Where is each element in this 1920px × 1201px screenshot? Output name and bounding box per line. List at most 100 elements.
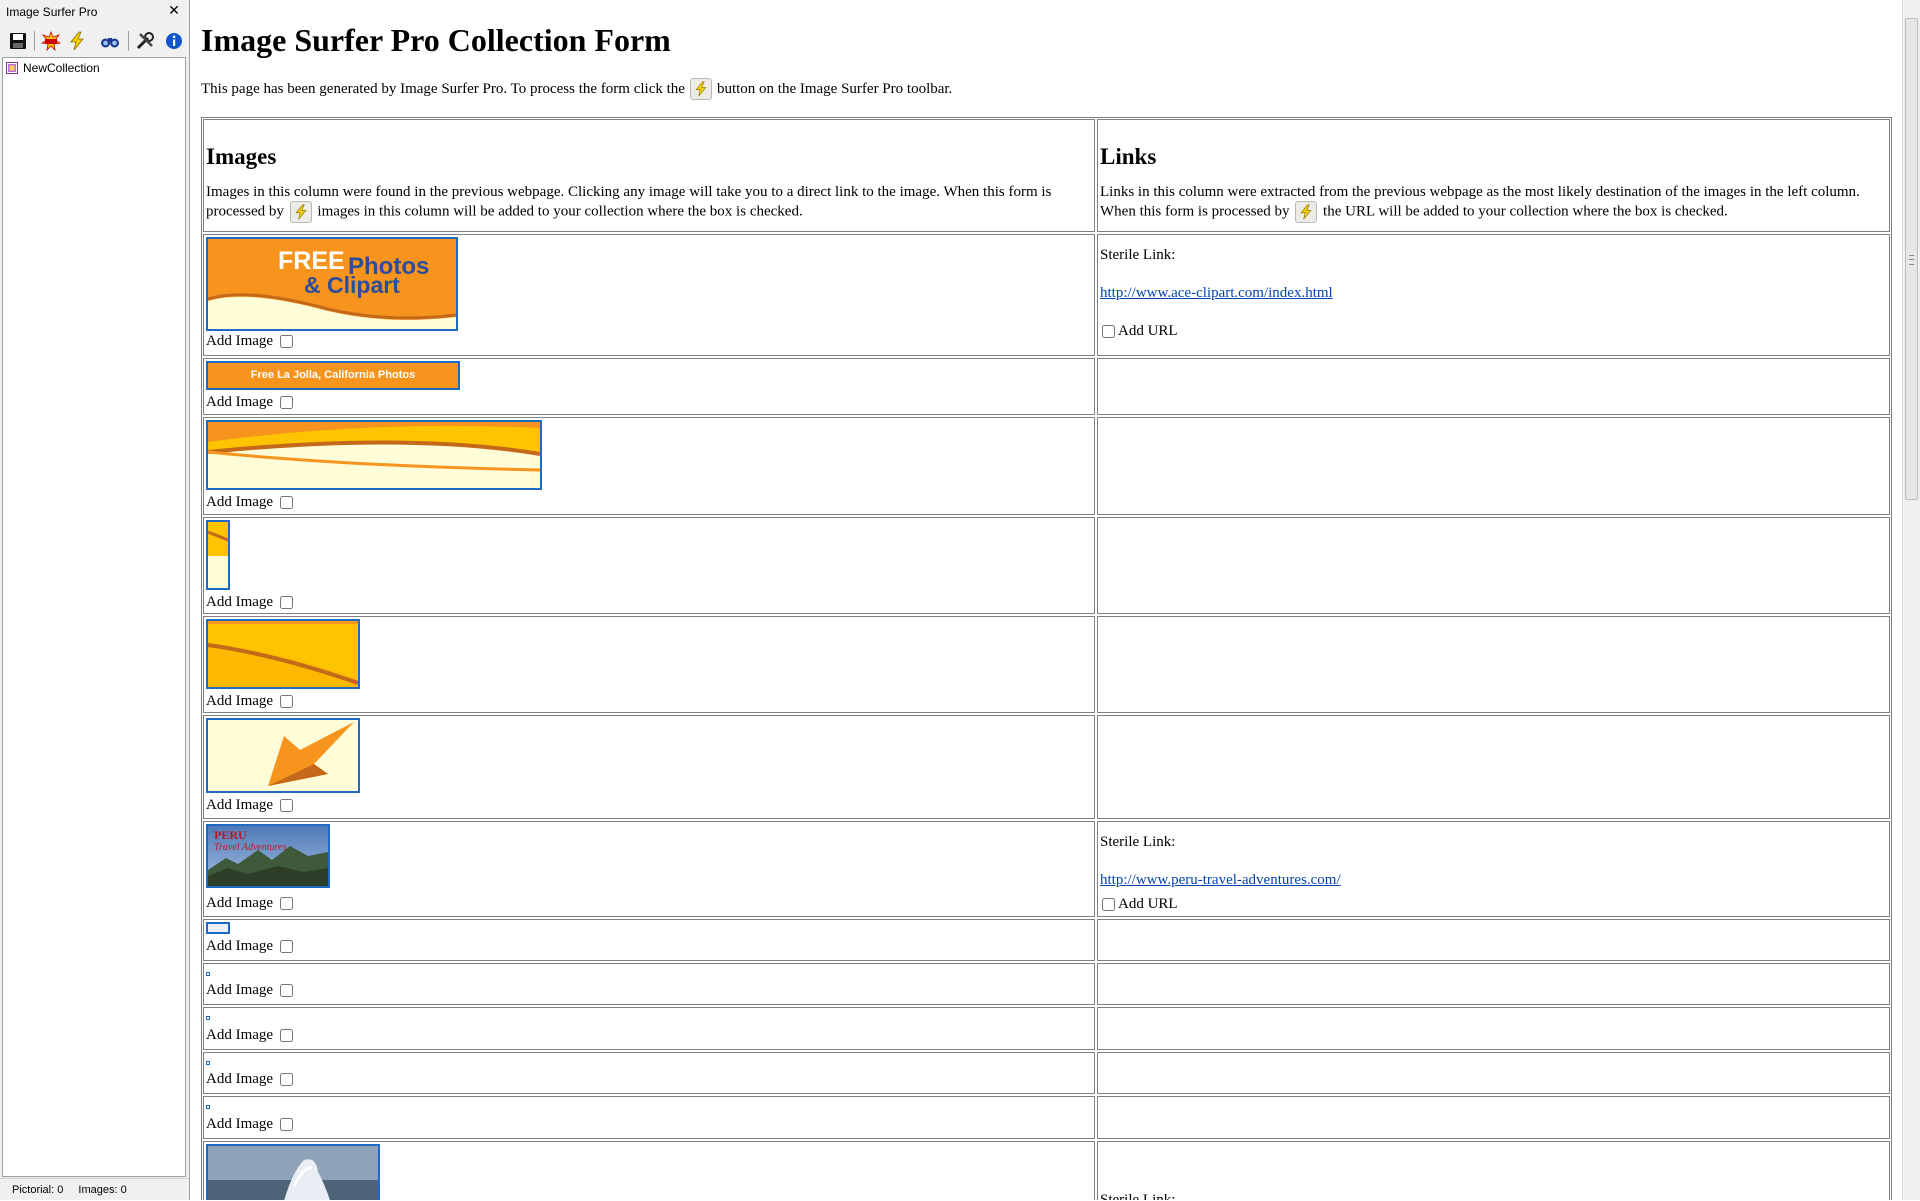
add-image-option[interactable]: Add Image bbox=[206, 1071, 294, 1088]
tree-item-newcollection[interactable]: NewCollection bbox=[6, 60, 100, 76]
image-thumbnail-orange-swoosh[interactable] bbox=[206, 420, 542, 490]
link-cell bbox=[1097, 616, 1890, 713]
table-row: Add Image bbox=[203, 1007, 1890, 1050]
image-thumbnail-pixel[interactable] bbox=[206, 1016, 210, 1020]
add-image-option[interactable]: Add Image bbox=[206, 594, 294, 611]
table-row: Add Image bbox=[203, 517, 1890, 614]
add-image-label: Add Image bbox=[206, 1027, 274, 1043]
image-thumbnail-pixel[interactable] bbox=[206, 1061, 210, 1065]
image-thumbnail-tiny[interactable] bbox=[206, 922, 230, 934]
add-image-checkbox[interactable] bbox=[280, 984, 294, 997]
peru-subtitle: Travel Adventures bbox=[214, 842, 287, 853]
add-image-checkbox[interactable] bbox=[280, 496, 294, 509]
link-cell bbox=[1097, 417, 1890, 515]
link-cell bbox=[1097, 1096, 1890, 1139]
links-heading: Links bbox=[1100, 144, 1157, 169]
image-cell bbox=[203, 1141, 1095, 1200]
close-icon[interactable]: ✕ bbox=[165, 2, 183, 20]
add-image-checkbox[interactable] bbox=[280, 1029, 294, 1042]
add-image-label: Add Image bbox=[206, 1071, 274, 1087]
add-image-checkbox[interactable] bbox=[280, 799, 294, 812]
add-image-option[interactable]: Add Image bbox=[206, 494, 294, 511]
link-cell bbox=[1097, 517, 1890, 614]
add-url-option[interactable]: Add URL bbox=[1100, 323, 1178, 340]
table-row: Sterile Link: bbox=[203, 1141, 1890, 1200]
link-cell bbox=[1097, 1052, 1890, 1094]
images-count: Images: 0 bbox=[78, 1184, 127, 1196]
add-image-label: Add Image bbox=[206, 494, 274, 510]
add-image-option[interactable]: Add Image bbox=[206, 1116, 294, 1133]
toolbar-separator bbox=[34, 31, 35, 51]
free-photos-clipart-banner: FREE Photos & Clipart bbox=[208, 239, 456, 329]
collection-form-page: Image Surfer Pro Collection Form This pa… bbox=[191, 0, 1901, 1200]
images-heading: Images bbox=[206, 144, 277, 169]
image-cell: PERU Travel Adventures Add Image bbox=[203, 821, 1095, 917]
binoculars-icon[interactable] bbox=[98, 29, 122, 53]
intro-text: This page has been generated by Image Su… bbox=[201, 78, 952, 100]
sterile-link-label: Sterile Link: bbox=[1100, 834, 1176, 850]
links-description: Links in this column were extracted from… bbox=[1100, 183, 1887, 223]
sterile-link-url[interactable]: http://www.ace-clipart.com/index.html bbox=[1100, 285, 1333, 302]
table-row: PERU Travel Adventures Add Image Sterile… bbox=[203, 821, 1890, 917]
tools-icon[interactable] bbox=[133, 29, 157, 53]
intro-text-after: button on the Image Surfer Pro toolbar. bbox=[716, 80, 953, 97]
image-thumbnail-free-photos-clipart[interactable]: FREE Photos & Clipart bbox=[206, 237, 458, 331]
add-image-option[interactable]: Add Image bbox=[206, 394, 294, 411]
sterile-link-url[interactable]: http://www.peru-travel-adventures.com/ bbox=[1100, 872, 1341, 889]
add-url-checkbox[interactable] bbox=[1102, 325, 1115, 338]
add-image-option[interactable]: Add Image bbox=[206, 333, 294, 350]
add-image-label: Add Image bbox=[206, 333, 274, 349]
add-image-label: Add Image bbox=[206, 938, 274, 954]
add-url-checkbox[interactable] bbox=[1102, 898, 1115, 911]
image-thumbnail-pixel[interactable] bbox=[206, 1105, 210, 1109]
image-cell: Add Image bbox=[203, 1096, 1095, 1139]
add-image-checkbox[interactable] bbox=[280, 1118, 294, 1131]
lightning-icon[interactable] bbox=[65, 29, 89, 53]
scrollbar-thumb[interactable] bbox=[1905, 18, 1918, 500]
bam-icon[interactable] bbox=[39, 29, 63, 53]
add-image-checkbox[interactable] bbox=[280, 335, 294, 348]
link-cell bbox=[1097, 1007, 1890, 1050]
image-thumbnail-orange-arrow[interactable] bbox=[206, 718, 360, 793]
collection-table: Images Images in this column were found … bbox=[201, 117, 1892, 1200]
add-image-checkbox[interactable] bbox=[280, 897, 294, 910]
image-thumbnail-pixel[interactable] bbox=[206, 972, 210, 976]
add-image-option[interactable]: Add Image bbox=[206, 938, 294, 955]
link-cell: Sterile Link: http://www.peru-travel-adv… bbox=[1097, 821, 1890, 917]
image-surfer-panel: Image Surfer Pro ✕ NewCollection Pictori… bbox=[0, 0, 190, 1200]
image-cell: Add Image bbox=[203, 1052, 1095, 1094]
add-image-label: Add Image bbox=[206, 982, 274, 998]
info-icon[interactable] bbox=[162, 29, 186, 53]
save-icon[interactable] bbox=[6, 29, 30, 53]
image-cell: Free La Jolla, California Photos Add Ima… bbox=[203, 358, 1095, 415]
add-image-option[interactable]: Add Image bbox=[206, 1027, 294, 1044]
image-thumbnail-wave-photo[interactable] bbox=[206, 1144, 380, 1200]
table-row: Add Image bbox=[203, 417, 1890, 515]
collection-tree[interactable]: NewCollection bbox=[2, 57, 186, 1177]
table-row: Add Image bbox=[203, 1096, 1890, 1139]
vertical-scrollbar[interactable] bbox=[1902, 0, 1920, 1200]
banner-free-text: FREE bbox=[278, 247, 345, 275]
add-image-checkbox[interactable] bbox=[280, 396, 294, 409]
add-image-option[interactable]: Add Image bbox=[206, 797, 294, 814]
add-image-option[interactable]: Add Image bbox=[206, 693, 294, 710]
add-image-option[interactable]: Add Image bbox=[206, 895, 294, 912]
add-image-option[interactable]: Add Image bbox=[206, 982, 294, 999]
link-cell: Sterile Link: bbox=[1097, 1141, 1890, 1200]
la-jolla-banner-text: Free La Jolla, California Photos bbox=[208, 363, 458, 388]
toolbar-separator bbox=[128, 31, 129, 51]
image-thumbnail-yellow-curve[interactable] bbox=[206, 619, 360, 689]
add-image-checkbox[interactable] bbox=[280, 596, 294, 609]
images-description: Images in this column were found in the … bbox=[206, 183, 1092, 223]
add-image-checkbox[interactable] bbox=[280, 940, 294, 953]
image-cell: FREE Photos & Clipart Add Image bbox=[203, 234, 1095, 356]
add-url-option[interactable]: Add URL bbox=[1100, 896, 1178, 913]
add-image-checkbox[interactable] bbox=[280, 1073, 294, 1086]
add-image-checkbox[interactable] bbox=[280, 695, 294, 708]
image-thumbnail-peru-travel[interactable]: PERU Travel Adventures bbox=[206, 824, 330, 888]
wave-photo-graphic bbox=[208, 1146, 378, 1200]
image-thumbnail-small-strip[interactable] bbox=[206, 520, 230, 590]
image-cell: Add Image bbox=[203, 919, 1095, 961]
scroll-grip-icon bbox=[1909, 255, 1914, 265]
image-thumbnail-la-jolla-banner[interactable]: Free La Jolla, California Photos bbox=[206, 361, 460, 390]
